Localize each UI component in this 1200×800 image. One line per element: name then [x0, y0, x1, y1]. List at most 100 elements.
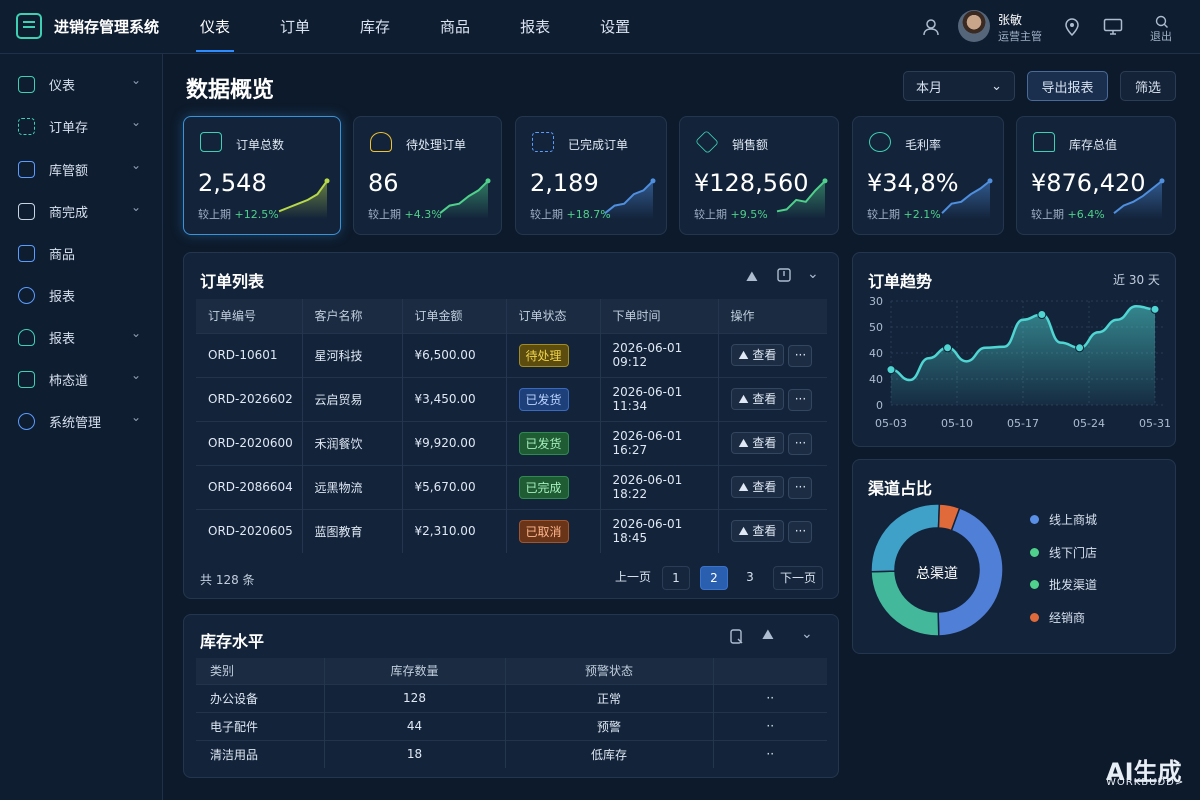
kpi-card-completed-orders[interactable]: 已完成订单 2,189 较上期 +18.7% [515, 116, 667, 235]
inventory-category: 电子配件 [196, 711, 325, 740]
customer-name: 远黑物流 [302, 464, 403, 509]
trend-point[interactable] [1150, 304, 1160, 314]
user-icon[interactable] [920, 16, 942, 38]
more-button[interactable]: ··· [788, 432, 813, 455]
cloud-icon[interactable]: ⛰ [762, 627, 774, 643]
more-button[interactable]: ··· [788, 388, 813, 411]
monitor-icon[interactable] [1102, 16, 1124, 38]
export-icon[interactable] [777, 268, 791, 286]
location-icon[interactable] [1061, 16, 1083, 38]
next-page-button[interactable]: 下一页 [773, 566, 823, 590]
sidebar-item-reports-2[interactable]: 报表 ⌄ [0, 316, 163, 358]
x-tick-label: 05-31 [1139, 417, 1171, 430]
export-report-button[interactable]: 导出报表 [1027, 71, 1108, 101]
report-icon [18, 287, 35, 304]
trend-point[interactable] [1037, 310, 1047, 320]
nav-dashboard[interactable]: 仪表 [186, 0, 244, 54]
order-time: 2026-06-01 09:12 [600, 332, 719, 377]
sidebar-item-status[interactable]: 柿态道 ⌄ [0, 358, 163, 400]
sidebar-item-label: 报表 [49, 332, 76, 347]
inventory-more[interactable]: ·· [713, 683, 827, 712]
page-2-button[interactable]: 2 [700, 566, 728, 590]
layers-icon [695, 130, 719, 154]
view-button[interactable]: ⛰ 查看 [730, 387, 785, 410]
card-label: 订单总数 [236, 138, 285, 152]
donut-slice[interactable] [870, 503, 941, 573]
more-button[interactable]: ··· [788, 344, 813, 367]
settings-icon [18, 413, 35, 430]
page-1-button[interactable]: 1 [662, 566, 690, 590]
card-value: 86 [368, 169, 399, 197]
order-time: 2026-06-01 16:27 [600, 420, 719, 465]
sparkline-point [650, 178, 656, 184]
logout-button[interactable]: 退出 [1150, 28, 1172, 44]
inventory-more[interactable]: ·· [713, 711, 827, 740]
sidebar-item-reports[interactable]: 报表 [0, 274, 163, 316]
more-button[interactable]: ··· [788, 520, 813, 543]
sidebar-item-dashboard[interactable]: 仪表 ⌄ [0, 63, 163, 105]
cloud-icon[interactable]: ⛰ [746, 269, 758, 285]
range-label[interactable]: 近 30 天 [1113, 271, 1160, 288]
view-button[interactable]: ⛰ 查看 [730, 431, 785, 454]
customer-name: 星河科技 [302, 332, 403, 377]
order-amount: ¥5,670.00 [402, 464, 507, 509]
column-header: 预警状态 [505, 658, 714, 684]
sidebar-item-label: 库管额 [49, 164, 89, 179]
period-select[interactable]: 本月 ⌄ [903, 71, 1015, 101]
chevron-down-icon[interactable]: ⌄ [801, 626, 813, 642]
sidebar-item-orders[interactable]: 订单存 ⌄ [0, 105, 163, 147]
main-nav: 仪表 订单 库存 商品 报表 设置 [186, 0, 666, 54]
nav-orders[interactable]: 订单 [266, 0, 324, 54]
avatar[interactable] [958, 10, 990, 42]
nav-reports[interactable]: 报表 [506, 0, 564, 54]
order-time: 2026-06-01 18:22 [600, 464, 719, 509]
order-time: 2026-06-01 18:45 [600, 508, 719, 553]
order-amount: ¥3,450.00 [402, 376, 507, 421]
kpi-card-total-orders[interactable]: 订单总数 2,548 较上期 +12.5% [183, 116, 341, 235]
inventory-status: 正常 [505, 683, 714, 712]
page-3-button[interactable]: 3 [736, 566, 764, 590]
home-icon [18, 76, 35, 93]
view-button[interactable]: ⛰ 查看 [730, 475, 785, 498]
trend-point[interactable] [886, 365, 896, 375]
kpi-card-gross-margin[interactable]: 毛利率 ¥34,8% 较上期 +2.1% [852, 116, 1004, 235]
table-header-row: 订单编号 客户名称 订单金额 订单状态 下单时间 操作 [196, 299, 827, 333]
customer-name: 禾润餐饮 [302, 420, 403, 465]
chevron-down-icon: ⌄ [131, 410, 142, 424]
column-header: 下单时间 [600, 299, 719, 333]
sidebar-item-complete[interactable]: 商完成 ⌄ [0, 190, 163, 232]
export-icon[interactable] [730, 629, 744, 649]
nav-settings[interactable]: 设置 [586, 0, 644, 54]
sparkline-area [279, 180, 327, 219]
kpi-card-pending-orders[interactable]: 待处理订单 86 较上期 +4.3% [353, 116, 502, 235]
sidebar-item-system[interactable]: 系统管理 ⌄ [0, 400, 163, 442]
order-id: ORD-2020605 [196, 508, 303, 553]
app-logo-icon [16, 13, 42, 39]
view-button[interactable]: ⛰ 查看 [730, 519, 785, 542]
nav-products[interactable]: 商品 [426, 0, 484, 54]
kpi-card-sales[interactable]: 销售额 ¥128,560 较上期 +9.5% [679, 116, 839, 235]
card-label: 销售额 [732, 138, 769, 152]
panel-title: 订单趋势 [868, 272, 933, 291]
card-delta: +2.1% [903, 208, 941, 221]
legend-dot [1030, 548, 1039, 557]
inventory-more[interactable]: ·· [713, 739, 827, 768]
sidebar-item-inventory[interactable]: 库管额 ⌄ [0, 148, 163, 190]
order-id: ORD-10601 [196, 332, 303, 377]
order-actions: ⛰ 查看 ··· [718, 376, 827, 421]
column-header: 客户名称 [302, 299, 403, 333]
trend-point[interactable] [943, 343, 953, 353]
view-button[interactable]: ⛰ 查看 [730, 343, 785, 366]
nav-inventory[interactable]: 库存 [346, 0, 404, 54]
order-actions: ⛰ 查看 ··· [718, 464, 827, 509]
trend-chart: 0 40 40 50 30 05-03 05-10 05-17 05-24 05-31 [869, 295, 1171, 430]
sidebar-item-products[interactable]: 商品 [0, 232, 163, 274]
chevron-down-icon[interactable]: ⌄ [807, 266, 819, 282]
trend-point[interactable] [1075, 343, 1085, 353]
kpi-card-inventory-value[interactable]: 库存总值 ¥876,420 较上期 +6.4% [1016, 116, 1176, 235]
card-compare: 较上期 +2.1% [867, 206, 941, 222]
chevron-down-icon: ⌄ [131, 326, 142, 340]
filter-button[interactable]: 筛选 [1120, 71, 1176, 101]
prev-page-button[interactable]: 上一页 [608, 566, 658, 590]
more-button[interactable]: ··· [788, 476, 813, 499]
